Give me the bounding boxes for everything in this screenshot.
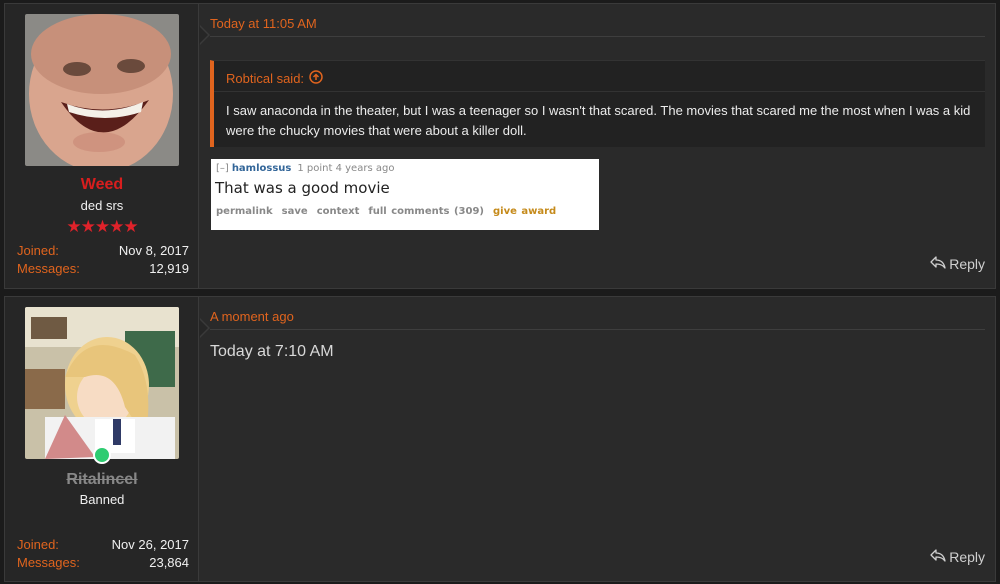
quote-author[interactable]: Robtical said: bbox=[226, 71, 304, 86]
user-info-panel: Ritalincel Banned Joined: Nov 26, 2017 M… bbox=[5, 297, 199, 581]
forum-post: Ritalincel Banned Joined: Nov 26, 2017 M… bbox=[4, 296, 996, 582]
username[interactable]: Ritalincel bbox=[5, 471, 199, 489]
reddit-comment-body: That was a good movie bbox=[215, 179, 390, 197]
reddit-action-context: context bbox=[316, 206, 360, 217]
quote-block: Robtical said: I saw anaconda in the the… bbox=[210, 60, 985, 147]
reddit-action-full-comments: full comments (309) bbox=[368, 206, 484, 217]
quote-text: I saw anaconda in the theater, but I was… bbox=[226, 103, 971, 138]
reddit-action-save: save bbox=[281, 206, 308, 217]
post-timestamp[interactable]: Today at 11:05 AM bbox=[210, 16, 317, 31]
reply-label: Reply bbox=[949, 255, 985, 272]
reddit-action-give-award: give award bbox=[492, 206, 557, 217]
reddit-comment-meta: [–] hamlossus 1 point 4 years ago bbox=[216, 163, 394, 174]
messages-label: Messages: bbox=[17, 261, 80, 276]
reddit-points: 1 point 4 years ago bbox=[297, 163, 395, 174]
reply-button[interactable]: Reply bbox=[930, 255, 985, 272]
messages-label: Messages: bbox=[17, 555, 80, 570]
circle-arrow-up-icon[interactable] bbox=[309, 70, 323, 87]
messages-value: 12,919 bbox=[149, 261, 189, 276]
user-title: ded srs bbox=[80, 198, 124, 213]
message-content: Today at 11:05 AM Robtical said: I saw a… bbox=[210, 4, 985, 288]
reddit-username: hamlossus bbox=[231, 163, 292, 174]
post-timestamp[interactable]: A moment ago bbox=[210, 309, 294, 324]
reply-button[interactable]: Reply bbox=[930, 548, 985, 565]
joined-label: Joined: bbox=[17, 243, 59, 258]
divider bbox=[210, 36, 985, 37]
rating-stars: ★★★★★ bbox=[66, 217, 138, 236]
joined-label: Joined: bbox=[17, 537, 59, 552]
post-body: Today at 7:10 AM bbox=[210, 343, 334, 360]
collapse-toggle: [–] bbox=[216, 163, 229, 174]
reddit-action-permalink: permalink bbox=[216, 206, 273, 217]
quote-header[interactable]: Robtical said: bbox=[226, 70, 323, 87]
avatar[interactable] bbox=[25, 14, 179, 166]
reply-arrow-icon bbox=[930, 548, 946, 565]
reddit-comment-actions: permalink save context full comments (309) g… bbox=[216, 206, 565, 217]
bubble-arrow bbox=[199, 26, 208, 44]
reply-arrow-icon bbox=[930, 255, 946, 272]
user-title: Banned bbox=[79, 492, 125, 507]
joined-value: Nov 8, 2017 bbox=[118, 243, 189, 258]
forum-post: Weed ded srs ★★★★★ Joined: Nov 8, 2017 M… bbox=[4, 3, 996, 289]
divider bbox=[210, 329, 985, 330]
bubble-arrow bbox=[199, 319, 208, 337]
username[interactable]: Weed bbox=[5, 176, 199, 194]
avatar[interactable] bbox=[25, 307, 179, 459]
reddit-comment-image: [–] hamlossus 1 point 4 years ago That was… bbox=[211, 159, 599, 230]
online-status-dot bbox=[93, 446, 111, 464]
joined-value: Nov 26, 2017 bbox=[111, 537, 189, 552]
message-content: A moment ago Today at 7:10 AM Reply bbox=[210, 297, 985, 581]
messages-value: 23,864 bbox=[149, 555, 189, 570]
quote-divider bbox=[214, 91, 985, 92]
reply-label: Reply bbox=[949, 548, 985, 565]
user-info-panel: Weed ded srs ★★★★★ Joined: Nov 8, 2017 M… bbox=[5, 4, 199, 288]
